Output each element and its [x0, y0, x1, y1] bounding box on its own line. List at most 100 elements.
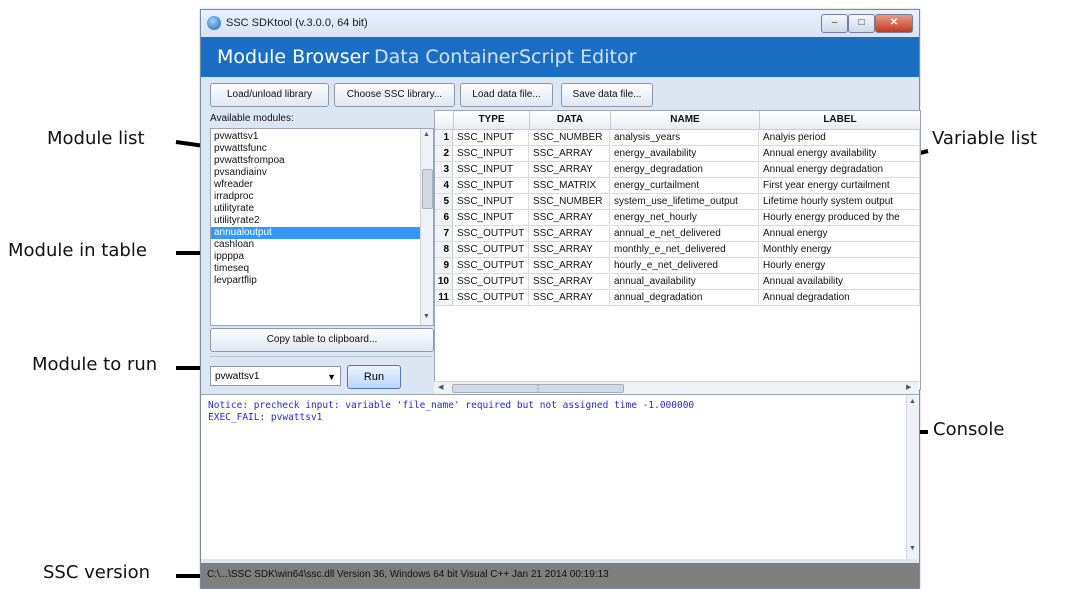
- column-header-data[interactable]: DATA: [530, 111, 611, 130]
- scroll-right-icon[interactable]: ▶: [906, 383, 911, 391]
- column-header-label[interactable]: LABEL: [760, 111, 920, 130]
- tab-data-container[interactable]: Data Container: [374, 46, 518, 68]
- row-header[interactable]: 4: [435, 178, 453, 194]
- list-item[interactable]: ippppa: [211, 251, 420, 263]
- table-cell[interactable]: SSC_OUTPUT: [454, 242, 529, 258]
- table-cell[interactable]: monthly_e_net_delivered: [611, 242, 759, 258]
- scroll-up-icon[interactable]: ▲: [423, 131, 430, 138]
- module-to-run-select[interactable]: pvwattsv1 ▼: [210, 366, 341, 386]
- table-cell[interactable]: SSC_ARRAY: [530, 226, 610, 242]
- table-cell[interactable]: SSC_ARRAY: [530, 210, 610, 226]
- list-item[interactable]: pvwattsfunc: [211, 143, 420, 155]
- maximize-button[interactable]: □: [848, 14, 875, 33]
- tab-script-editor[interactable]: Script Editor: [519, 46, 636, 68]
- list-item[interactable]: pvwattsfrompoa: [211, 155, 420, 167]
- table-cell[interactable]: SSC_ARRAY: [530, 242, 610, 258]
- table-cell[interactable]: Annual energy degradation: [760, 162, 920, 178]
- table-cell[interactable]: Lifetime hourly system output: [760, 194, 920, 210]
- row-header[interactable]: 3: [435, 162, 453, 178]
- choose-ssc-library-button[interactable]: Choose SSC library...: [334, 83, 455, 107]
- table-cell[interactable]: SSC_ARRAY: [530, 274, 610, 290]
- load-unload-library-button[interactable]: Load/unload library: [210, 83, 329, 107]
- table-cell[interactable]: Hourly energy produced by the: [760, 210, 920, 226]
- list-item[interactable]: levpartflip: [211, 275, 420, 287]
- table-cell[interactable]: system_use_lifetime_output: [611, 194, 759, 210]
- table-cell[interactable]: energy_availability: [611, 146, 759, 162]
- table-cell[interactable]: energy_curtailment: [611, 178, 759, 194]
- list-item[interactable]: cashloan: [211, 239, 420, 251]
- tab-module-browser[interactable]: Module Browser: [217, 46, 369, 68]
- table-cell[interactable]: SSC_MATRIX: [530, 178, 610, 194]
- variable-table[interactable]: TYPE DATA NAME LABEL 1 SSC_INPUT SSC_NUMBE…: [434, 110, 921, 390]
- column-header-name[interactable]: NAME: [611, 111, 760, 130]
- row-header[interactable]: 8: [435, 242, 453, 258]
- table-cell[interactable]: analysis_years: [611, 130, 759, 146]
- table-cell[interactable]: SSC_OUTPUT: [454, 226, 529, 242]
- row-header[interactable]: 9: [435, 258, 453, 274]
- table-cell[interactable]: SSC_ARRAY: [530, 162, 610, 178]
- table-cell[interactable]: SSC_INPUT: [454, 146, 529, 162]
- list-item[interactable]: pvwattsv1: [211, 131, 420, 143]
- list-item[interactable]: utilityrate2: [211, 215, 420, 227]
- row-header[interactable]: 7: [435, 226, 453, 242]
- module-list-scrollbar[interactable]: ▲ ▼: [420, 129, 433, 325]
- table-cell[interactable]: energy_net_hourly: [611, 210, 759, 226]
- table-horizontal-scrollbar[interactable]: ◀ ⋮ ▶: [434, 381, 919, 394]
- table-cell[interactable]: Annual energy availability: [760, 146, 920, 162]
- list-item[interactable]: pvsandiainv: [211, 167, 420, 179]
- table-cell[interactable]: SSC_OUTPUT: [454, 290, 529, 306]
- table-cell[interactable]: energy_degradation: [611, 162, 759, 178]
- row-header[interactable]: 10: [435, 274, 453, 290]
- module-list-scroll-thumb[interactable]: [422, 169, 433, 209]
- scroll-down-icon[interactable]: ▼: [423, 313, 430, 320]
- table-cell[interactable]: SSC_NUMBER: [530, 194, 610, 210]
- table-cell[interactable]: SSC_ARRAY: [530, 146, 610, 162]
- table-cell[interactable]: Annual energy: [760, 226, 920, 242]
- table-cell[interactable]: SSC_INPUT: [454, 130, 529, 146]
- table-cell[interactable]: SSC_INPUT: [454, 210, 529, 226]
- table-cell[interactable]: Analyis period: [760, 130, 920, 146]
- table-cell[interactable]: SSC_OUTPUT: [454, 258, 529, 274]
- title-bar[interactable]: SSC SDKtool (v.3.0.0, 64 bit) – □ ✕: [201, 10, 919, 37]
- load-data-file-button[interactable]: Load data file...: [460, 83, 553, 107]
- scroll-down-icon[interactable]: ▼: [909, 545, 916, 552]
- row-header[interactable]: 1: [435, 130, 453, 146]
- table-cell[interactable]: First year energy curtailment: [760, 178, 920, 194]
- row-header[interactable]: 5: [435, 194, 453, 210]
- table-cell[interactable]: SSC_ARRAY: [530, 290, 610, 306]
- table-cell[interactable]: annual_availability: [611, 274, 759, 290]
- row-header[interactable]: 2: [435, 146, 453, 162]
- table-cell[interactable]: Hourly energy: [760, 258, 920, 274]
- module-list[interactable]: pvwattsv1 pvwattsfunc pvwattsfrompoa pvs…: [210, 128, 434, 326]
- close-button[interactable]: ✕: [875, 14, 913, 33]
- table-cell[interactable]: SSC_INPUT: [454, 178, 529, 194]
- minimize-button[interactable]: –: [821, 14, 848, 33]
- table-cell[interactable]: SSC_INPUT: [454, 162, 529, 178]
- table-cell[interactable]: Monthly energy: [760, 242, 920, 258]
- console-scrollbar[interactable]: ▲ ▼: [906, 395, 919, 559]
- table-cell[interactable]: Annual availability: [760, 274, 920, 290]
- copy-table-button[interactable]: Copy table to clipboard...: [210, 328, 434, 352]
- table-cell[interactable]: SSC_NUMBER: [530, 130, 610, 146]
- scroll-left-icon[interactable]: ◀: [438, 383, 443, 391]
- table-cell[interactable]: SSC_INPUT: [454, 194, 529, 210]
- save-data-file-button[interactable]: Save data file...: [561, 83, 653, 107]
- list-item[interactable]: timeseq: [211, 263, 420, 275]
- table-cell[interactable]: SSC_ARRAY: [530, 258, 610, 274]
- table-cell[interactable]: Annual degradation: [760, 290, 920, 306]
- list-item[interactable]: utilityrate: [211, 203, 420, 215]
- column-header-type[interactable]: TYPE: [454, 111, 530, 130]
- list-item[interactable]: irradproc: [211, 191, 420, 203]
- run-button[interactable]: Run: [347, 365, 401, 389]
- table-cell[interactable]: annual_degradation: [611, 290, 759, 306]
- row-header[interactable]: 6: [435, 210, 453, 226]
- table-cell[interactable]: SSC_OUTPUT: [454, 274, 529, 290]
- list-item[interactable]: wfreader: [211, 179, 420, 191]
- table-cell[interactable]: annual_e_net_delivered: [611, 226, 759, 242]
- row-header[interactable]: 11: [435, 290, 453, 306]
- table-scroll-thumb[interactable]: ⋮: [452, 384, 624, 393]
- list-item-selected[interactable]: annualoutput: [211, 227, 420, 239]
- console-output[interactable]: Notice: precheck input: variable 'file_n…: [201, 394, 919, 559]
- scroll-up-icon[interactable]: ▲: [909, 398, 916, 405]
- table-cell[interactable]: hourly_e_net_delivered: [611, 258, 759, 274]
